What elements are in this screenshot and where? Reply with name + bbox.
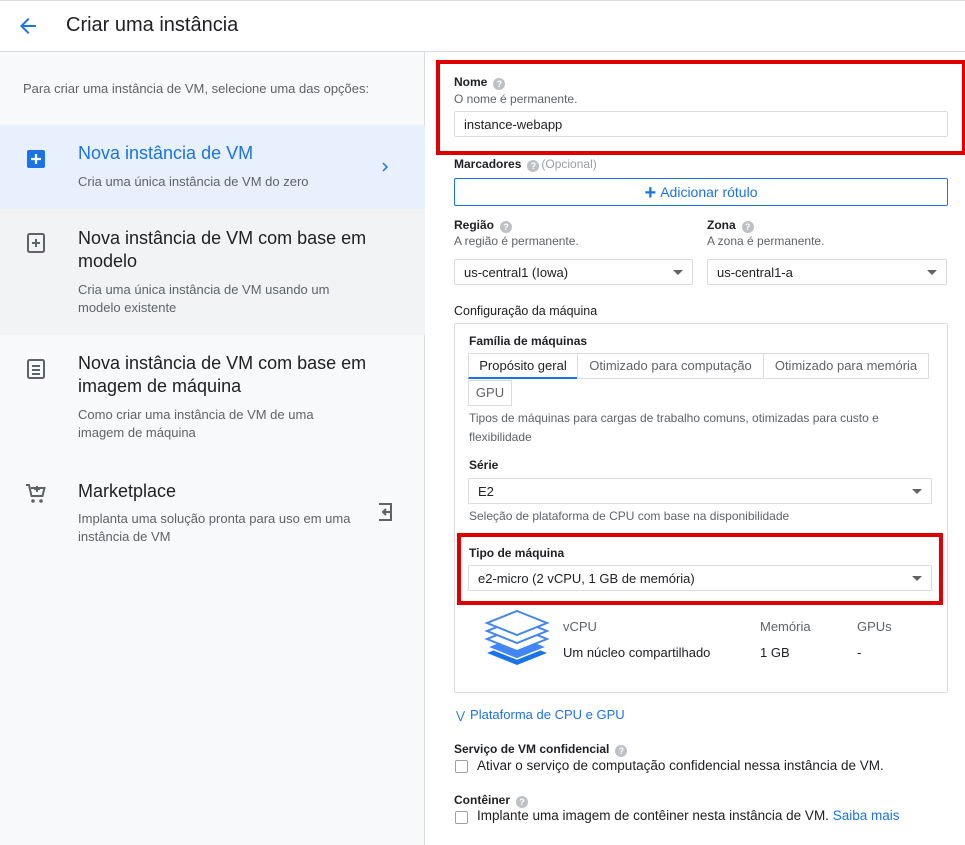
option-desc: Cria uma única instância de VM do zero bbox=[78, 174, 309, 189]
machine-layers-icon bbox=[484, 609, 550, 665]
zone-label: Zona? bbox=[707, 218, 754, 233]
option-title: Nova instância de VM bbox=[78, 143, 254, 163]
expand-more-icon: ⋁ bbox=[456, 710, 466, 722]
region-label: Região? bbox=[454, 218, 513, 233]
instance-form: Nome? O nome é permanente. instance-weba… bbox=[426, 52, 965, 845]
zone-select[interactable]: us-central1-a bbox=[707, 259, 947, 285]
option-from-template[interactable]: Nova instância de VM com base em modelo … bbox=[0, 209, 425, 335]
series-select[interactable]: E2 bbox=[468, 478, 932, 504]
confidential-checkbox-label: Ativar o serviço de computação confidenc… bbox=[477, 758, 884, 773]
machine-config-box: Família de máquinas Propósito geral Otim… bbox=[454, 323, 948, 693]
option-from-machine-image[interactable]: Nova instância de VM com base em imagem … bbox=[0, 335, 425, 455]
region-hint: A região é permanente. bbox=[454, 234, 579, 248]
dropdown-arrow-icon bbox=[912, 489, 922, 494]
chevron-right-icon bbox=[382, 162, 388, 172]
vcpu-label: vCPU bbox=[563, 619, 597, 634]
zone-hint: A zona é permanente. bbox=[707, 234, 825, 248]
dropdown-arrow-icon bbox=[927, 270, 937, 275]
option-new-vm[interactable]: Nova instância de VM Cria uma única inst… bbox=[0, 125, 425, 209]
gpus-label: GPUs bbox=[857, 619, 892, 634]
container-checkbox[interactable] bbox=[455, 811, 468, 824]
help-icon[interactable]: ? bbox=[527, 160, 540, 172]
page-title: Criar uma instância bbox=[66, 14, 239, 36]
template-add-icon bbox=[27, 233, 45, 253]
creation-options-panel: Para criar uma instância de VM, selecion… bbox=[0, 52, 425, 845]
header-bar: Criar uma instância bbox=[0, 0, 965, 52]
learn-more-link[interactable]: Saiba mais bbox=[833, 808, 900, 823]
series-hint: Seleção de plataforma de CPU com base na… bbox=[469, 509, 790, 523]
option-title: Nova instância de VM com base em imagem … bbox=[78, 353, 367, 396]
confidential-label: Serviço de VM confidencial? bbox=[454, 742, 628, 757]
name-hint: O nome é permanente. bbox=[454, 92, 578, 106]
dropdown-arrow-icon bbox=[912, 576, 922, 581]
machine-type-select[interactable]: e2-micro (2 vCPU, 1 GB de memória) bbox=[468, 565, 932, 591]
tab-memory-optimized[interactable]: Otimizado para memória bbox=[763, 353, 929, 379]
confidential-checkbox[interactable] bbox=[455, 760, 468, 773]
help-icon[interactable]: ? bbox=[741, 221, 754, 233]
plus-icon: + bbox=[644, 182, 657, 204]
highlight-name bbox=[436, 60, 965, 155]
series-label: Série bbox=[469, 458, 499, 472]
name-input[interactable]: instance-webapp bbox=[454, 111, 948, 137]
help-icon[interactable]: ? bbox=[500, 221, 513, 233]
help-icon[interactable]: ? bbox=[493, 78, 506, 90]
options-intro: Para criar uma instância de VM, selecion… bbox=[23, 81, 370, 96]
machine-type-label: Tipo de máquina bbox=[469, 546, 565, 560]
help-icon[interactable]: ? bbox=[615, 745, 628, 757]
tab-compute-optimized[interactable]: Otimizado para computação bbox=[577, 353, 764, 379]
add-box-icon bbox=[27, 150, 45, 168]
tab-gpu[interactable]: GPU bbox=[468, 380, 512, 406]
option-title: Marketplace bbox=[78, 481, 177, 501]
cart-icon bbox=[26, 484, 46, 503]
memory-value: 1 GB bbox=[760, 645, 790, 660]
option-desc: Como criar uma instância de VM de uma im… bbox=[78, 407, 314, 440]
machine-family-label: Família de máquinas bbox=[469, 334, 588, 348]
back-arrow-icon[interactable] bbox=[16, 14, 40, 38]
cpu-platform-toggle[interactable]: ⋁ Plataforma de CPU e GPU bbox=[456, 707, 625, 722]
container-checkbox-label: Implante uma imagem de contêiner nesta i… bbox=[477, 808, 900, 823]
container-label: Contêiner? bbox=[454, 793, 529, 808]
option-desc: Implanta uma solução pronta para uso em … bbox=[78, 511, 351, 544]
tab-general-purpose[interactable]: Propósito geral bbox=[468, 353, 578, 379]
help-icon[interactable]: ? bbox=[516, 796, 529, 808]
machine-config-label: Configuração da máquina bbox=[454, 304, 598, 318]
option-marketplace[interactable]: Marketplace Implanta uma solução pronta … bbox=[0, 464, 425, 554]
region-select[interactable]: us-central1 (Iowa) bbox=[454, 259, 693, 285]
vcpu-value: Um núcleo compartilhado bbox=[563, 645, 711, 660]
add-label-button[interactable]: + Adicionar rótulo bbox=[454, 178, 948, 206]
dropdown-arrow-icon bbox=[673, 270, 683, 275]
option-desc: Cria uma única instância de VM usando um… bbox=[78, 282, 330, 315]
labels-label: Marcadores? (Opcional) bbox=[454, 157, 597, 172]
name-label: Nome? bbox=[454, 75, 506, 90]
memory-label: Memória bbox=[760, 619, 811, 634]
exit-to-app-icon bbox=[379, 503, 392, 521]
gpus-value: - bbox=[857, 645, 862, 660]
option-title: Nova instância de VM com base em modelo bbox=[78, 228, 367, 271]
machine-family-desc: Tipos de máquinas para cargas de trabalh… bbox=[469, 411, 879, 444]
machine-image-icon bbox=[27, 359, 45, 379]
